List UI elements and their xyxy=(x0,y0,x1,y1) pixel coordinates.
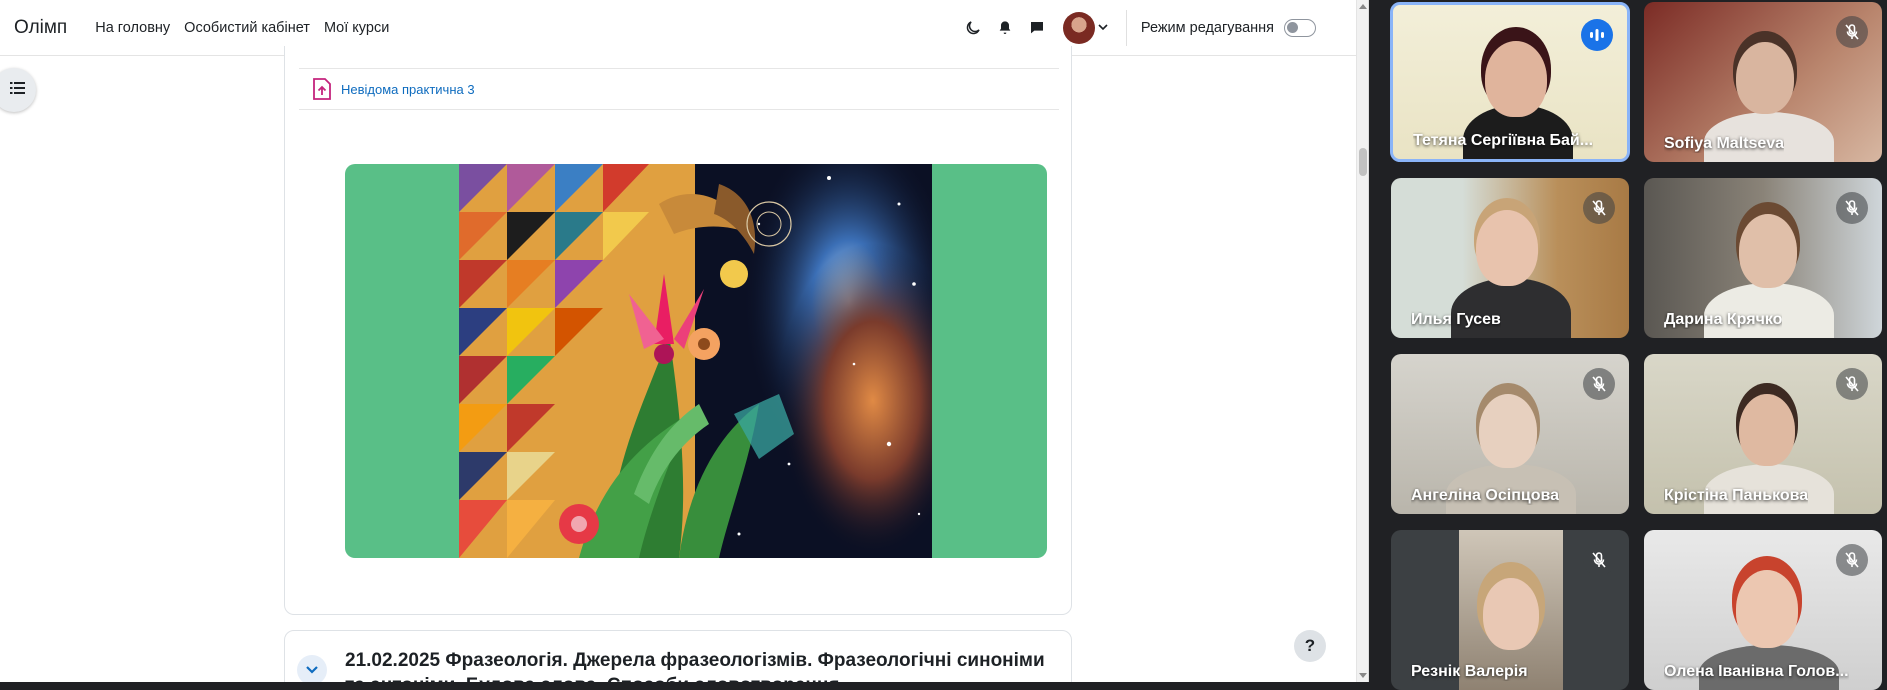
nav-link-my-courses[interactable]: Мої курси xyxy=(324,20,389,36)
help-button[interactable]: ? xyxy=(1294,630,1326,662)
activity-item[interactable]: Невідома практична 3 xyxy=(299,68,1059,110)
participant-video xyxy=(1451,278,1571,338)
participant-name: Илья Гусев xyxy=(1411,311,1501,328)
activity-link[interactable]: Невідома практична 3 xyxy=(341,82,475,97)
mic-off-icon xyxy=(1836,544,1868,576)
participant-face xyxy=(1739,394,1795,466)
participant-tile[interactable]: Дарина Крячко xyxy=(1644,178,1882,338)
chevron-down-icon xyxy=(305,665,319,675)
participant-tile[interactable]: Крістіна Панькова xyxy=(1644,354,1882,514)
help-icon: ? xyxy=(1304,636,1316,655)
bell-icon[interactable] xyxy=(995,18,1015,38)
participant-tile[interactable]: Тетяна Сергіївна Бай... xyxy=(1390,2,1630,162)
participant-face xyxy=(1485,41,1547,117)
participant-face xyxy=(1736,570,1798,648)
user-avatar[interactable] xyxy=(1062,12,1095,44)
section-collapse-button[interactable] xyxy=(297,655,327,682)
edit-mode-toggle[interactable] xyxy=(1284,19,1316,37)
scroll-down-arrow[interactable] xyxy=(1359,673,1367,678)
participant-name: Олена Іванівна Голов... xyxy=(1664,663,1849,680)
mic-off-icon xyxy=(1836,192,1868,224)
dark-mode-icon[interactable] xyxy=(963,18,983,38)
participant-name: Дарина Крячко xyxy=(1664,311,1783,328)
mic-off-icon xyxy=(1583,544,1615,576)
scroll-up-arrow[interactable] xyxy=(1359,4,1367,9)
scroll-thumb[interactable] xyxy=(1359,148,1367,176)
assignment-upload-icon xyxy=(311,77,333,101)
nav-link-dashboard[interactable]: Особистий кабінет xyxy=(184,20,310,36)
participant-name: Sofiya Maltseva xyxy=(1664,135,1785,152)
participant-face xyxy=(1736,42,1794,114)
page-scrollbar[interactable] xyxy=(1356,0,1368,682)
section-title[interactable]: 21.02.2025 Фразеологія. Джерела фразеоло… xyxy=(345,648,1045,682)
next-section-card: 21.02.2025 Фразеологія. Джерела фразеоло… xyxy=(284,630,1072,682)
participant-tile[interactable]: Резнік Валерія xyxy=(1391,530,1629,690)
mic-off-icon xyxy=(1583,192,1615,224)
mic-off-icon xyxy=(1836,16,1868,48)
participant-tile[interactable]: Олена Іванівна Голов... xyxy=(1644,530,1882,690)
participant-name: Крістіна Панькова xyxy=(1664,487,1809,504)
list-icon xyxy=(10,81,26,100)
participant-tile[interactable]: Илья Гусев xyxy=(1391,178,1629,338)
audio-wave-icon xyxy=(1581,19,1613,51)
nav-link-home[interactable]: На головну xyxy=(95,20,170,36)
participant-face xyxy=(1739,214,1797,288)
edit-mode-label: Режим редагування xyxy=(1140,20,1274,36)
navbar-divider xyxy=(1125,10,1127,46)
participant-tile[interactable]: Ангеліна Осіпцова xyxy=(1391,354,1629,514)
participant-face xyxy=(1479,394,1537,468)
site-brand[interactable]: Олімп xyxy=(14,17,67,39)
mic-off-icon xyxy=(1836,368,1868,400)
chat-icon[interactable] xyxy=(1027,18,1047,38)
course-section-card: Невідома практична 3 xyxy=(284,46,1072,615)
participant-name: Ангеліна Осіпцова xyxy=(1411,487,1559,504)
participant-face xyxy=(1476,210,1538,286)
course-banner-image xyxy=(345,164,1047,558)
course-index-drawer-button[interactable] xyxy=(0,68,36,112)
moodle-window: Олімп На головну Особистий кабінет Мої к… xyxy=(0,0,1369,682)
banner-artwork xyxy=(459,164,932,558)
participant-name: Резнік Валерія xyxy=(1411,663,1528,680)
participant-tile[interactable]: Sofiya Maltseva xyxy=(1644,2,1882,162)
mic-off-icon xyxy=(1583,368,1615,400)
participant-name: Тетяна Сергіївна Бай... xyxy=(1413,132,1594,149)
chevron-down-icon[interactable] xyxy=(1098,19,1112,37)
